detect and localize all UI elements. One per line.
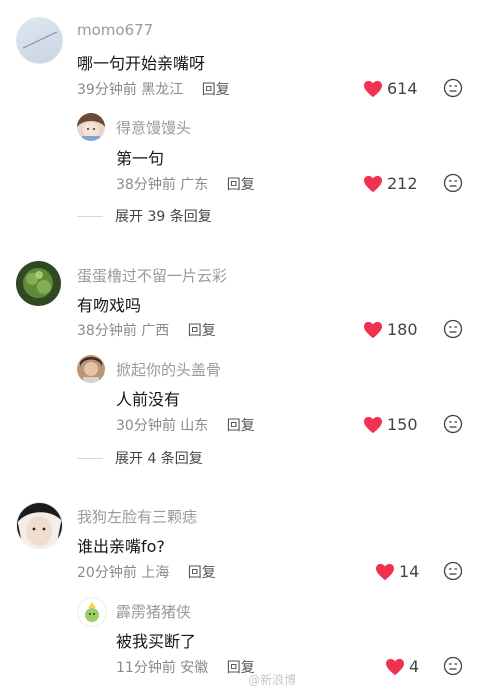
expand-replies-button[interactable]: 展开 4 条回复 xyxy=(77,448,203,468)
like-button[interactable]: 614 xyxy=(363,79,418,98)
like-button[interactable]: 212 xyxy=(363,174,418,193)
reply-button[interactable]: 回复 xyxy=(188,323,216,339)
heart-icon xyxy=(364,416,382,433)
reply-avatar[interactable] xyxy=(77,597,107,627)
dislike-face-icon xyxy=(443,656,463,676)
expand-replies-label: 展开 4 条回复 xyxy=(115,451,203,467)
pig-character-avatar-icon xyxy=(85,602,99,622)
like-button[interactable]: 180 xyxy=(363,320,418,339)
divider-line xyxy=(77,457,103,459)
avatar[interactable] xyxy=(16,261,61,306)
heart-icon xyxy=(376,563,394,580)
dislike-face-icon xyxy=(443,78,463,98)
heart-icon xyxy=(364,80,382,97)
divider-line xyxy=(77,215,103,217)
reply-username[interactable]: 得意馒馒头 xyxy=(116,117,191,138)
reply-meta: 38分钟前 广东 回复 xyxy=(116,174,255,194)
reply-button[interactable]: 回复 xyxy=(202,82,230,98)
reply-username[interactable]: 霹雳猪猪侠 xyxy=(116,601,191,622)
avatar[interactable] xyxy=(16,502,63,549)
comment-location: 上海 xyxy=(141,565,170,581)
comment-meta: 20分钟前 上海 回复 xyxy=(77,562,216,582)
comment-location: 黑龙江 xyxy=(141,82,184,98)
reply-avatar[interactable] xyxy=(77,355,105,383)
avatar[interactable] xyxy=(16,17,63,64)
like-count: 212 xyxy=(387,174,418,193)
comment-location: 广西 xyxy=(141,323,170,339)
reply-username[interactable]: 掀起你的头盖骨 xyxy=(116,359,221,380)
reply-button[interactable]: 回复 xyxy=(188,565,216,581)
plant-photo-icon xyxy=(23,268,53,298)
comment-username[interactable]: 蛋蛋橹过不留一片云彩 xyxy=(77,265,227,286)
dislike-button[interactable] xyxy=(443,319,463,343)
comment-time: 20分钟前 xyxy=(77,565,137,581)
sky-photo-icon xyxy=(22,31,58,49)
like-count: 180 xyxy=(387,320,418,339)
like-count: 150 xyxy=(387,415,418,434)
dislike-button[interactable] xyxy=(443,78,463,102)
reply-time: 11分钟前 xyxy=(116,660,176,676)
reply-meta: 30分钟前 山东 回复 xyxy=(116,415,255,435)
like-button[interactable]: 4 xyxy=(385,657,419,676)
dislike-button[interactable] xyxy=(443,561,463,585)
heart-icon xyxy=(364,175,382,192)
comment-time: 38分钟前 xyxy=(77,323,137,339)
reply-text: 第一句 xyxy=(116,149,165,168)
like-count: 614 xyxy=(387,79,418,98)
reply-button[interactable]: 回复 xyxy=(227,418,255,434)
dislike-face-icon xyxy=(443,319,463,339)
reply-location: 安徽 xyxy=(180,660,209,676)
like-count: 14 xyxy=(399,562,420,581)
reply-button[interactable]: 回复 xyxy=(227,177,255,193)
reply-text: 人前没有 xyxy=(116,390,181,409)
reply-time: 30分钟前 xyxy=(116,418,176,434)
expand-replies-label: 展开 39 条回复 xyxy=(115,209,212,225)
watermark: @新浪博 xyxy=(248,673,297,687)
comment-text: 有吻戏吗 xyxy=(77,296,142,315)
dislike-button[interactable] xyxy=(443,173,463,197)
person-photo-icon xyxy=(17,503,62,548)
reply-avatar[interactable] xyxy=(77,113,105,141)
dislike-face-icon xyxy=(443,561,463,581)
person-avatar-icon xyxy=(80,357,102,383)
reply-location: 广东 xyxy=(180,177,209,193)
comment-username[interactable]: momo677 xyxy=(77,21,153,39)
reply-location: 山东 xyxy=(180,418,209,434)
like-button[interactable]: 150 xyxy=(363,415,418,434)
expand-replies-button[interactable]: 展开 39 条回复 xyxy=(77,206,212,226)
comment-text: 哪一句开始亲嘴呀 xyxy=(77,54,206,73)
comment-meta: 39分钟前 黑龙江 回复 xyxy=(77,79,230,99)
comment-text: 谁出亲嘴fo? xyxy=(77,537,165,556)
dislike-face-icon xyxy=(443,173,463,193)
heart-icon xyxy=(364,321,382,338)
comment-time: 39分钟前 xyxy=(77,82,137,98)
reply-text: 被我买断了 xyxy=(116,632,197,651)
comment-meta: 38分钟前 广西 回复 xyxy=(77,320,216,340)
cartoon-girl-avatar-icon xyxy=(77,113,105,141)
reply-time: 38分钟前 xyxy=(116,177,176,193)
like-button[interactable]: 14 xyxy=(375,562,419,581)
dislike-button[interactable] xyxy=(443,656,463,680)
dislike-face-icon xyxy=(443,414,463,434)
comment-username[interactable]: 我狗左脸有三颗痣 xyxy=(77,506,197,527)
like-count: 4 xyxy=(409,657,420,676)
dislike-button[interactable] xyxy=(443,414,463,438)
reply-meta: 11分钟前 安徽 回复 xyxy=(116,657,255,677)
heart-icon xyxy=(386,658,404,675)
